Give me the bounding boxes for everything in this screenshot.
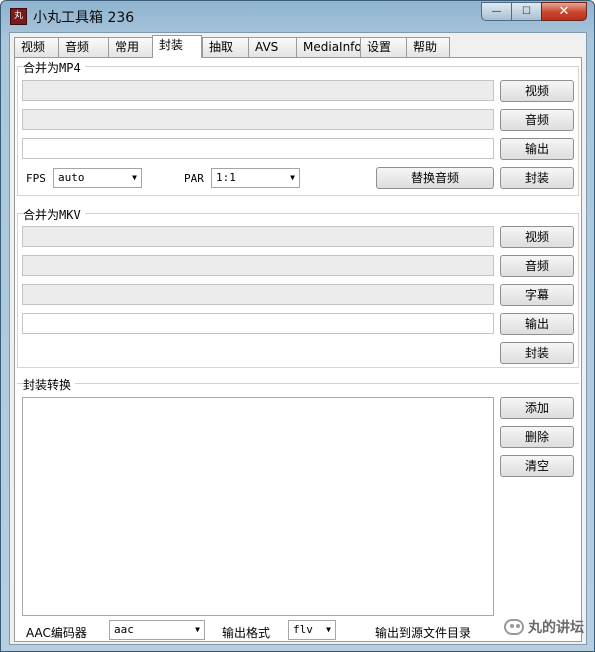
maximize-icon: ☐: [522, 6, 531, 17]
mkv-output-path-field[interactable]: [22, 313, 494, 334]
output-format-label: 输出格式: [222, 626, 271, 640]
mp4-audio-button[interactable]: 音频: [500, 109, 574, 131]
tab-settings[interactable]: 设置: [360, 37, 406, 57]
mp4-video-button[interactable]: 视频: [500, 80, 574, 102]
par-label: PAR: [184, 172, 204, 185]
output-format-select[interactable]: flv ▼: [288, 620, 336, 640]
mp4-output-button[interactable]: 输出: [500, 138, 574, 160]
mp4-video-path-field[interactable]: [22, 80, 494, 101]
fps-select[interactable]: auto ▼: [53, 168, 142, 188]
par-value: 1:1: [216, 171, 236, 184]
close-button[interactable]: ✕: [541, 2, 587, 21]
window-controls: — ☐ ✕: [481, 2, 587, 22]
aac-encoder-value: aac: [114, 623, 134, 636]
client-area: 视频 音频 常用 封装 抽取 AVS MediaInfo 设置 帮助 合并为MP…: [9, 32, 587, 645]
convert-file-list[interactable]: [22, 397, 494, 616]
mp4-output-path-field[interactable]: [22, 138, 494, 159]
window-frame: 丸 小丸工具箱 236 — ☐ ✕ 视频 音频 常用 封装 抽取 AVS Med…: [0, 0, 595, 652]
mkv-video-button[interactable]: 视频: [500, 226, 574, 248]
mp4-audio-path-field[interactable]: [22, 109, 494, 130]
mkv-mux-button[interactable]: 封装: [500, 342, 574, 364]
replace-audio-button[interactable]: 替换音频: [376, 167, 494, 189]
chevron-down-icon: ▼: [195, 625, 200, 634]
tab-common[interactable]: 常用: [108, 37, 152, 57]
watermark: 丸的讲坛: [504, 617, 584, 637]
mkv-audio-path-field[interactable]: [22, 255, 494, 276]
mkv-subtitle-button[interactable]: 字幕: [500, 284, 574, 306]
chevron-down-icon: ▼: [290, 173, 295, 182]
convert-group-label: 封装转换: [23, 376, 76, 393]
aac-encoder-label: AAC编码器: [26, 626, 87, 640]
convert-group-border: [17, 383, 579, 384]
wechat-icon: [504, 619, 524, 635]
tab-audio[interactable]: 音频: [58, 37, 108, 57]
app-icon: 丸: [10, 8, 27, 25]
mkv-subtitle-path-field[interactable]: [22, 284, 494, 305]
convert-add-button[interactable]: 添加: [500, 397, 574, 419]
aac-encoder-select[interactable]: aac ▼: [109, 620, 205, 640]
mkv-group-label: 合并为MKV: [23, 206, 85, 223]
tab-strip: 视频 音频 常用 封装 抽取 AVS MediaInfo 设置 帮助: [14, 35, 450, 58]
par-select[interactable]: 1:1 ▼: [211, 168, 300, 188]
minimize-icon: —: [491, 6, 502, 17]
tab-help[interactable]: 帮助: [406, 37, 450, 57]
mp4-mux-button[interactable]: 封装: [500, 167, 574, 189]
convert-delete-button[interactable]: 删除: [500, 426, 574, 448]
tab-mux[interactable]: 封装: [152, 35, 202, 58]
maximize-button[interactable]: ☐: [511, 2, 541, 21]
output-format-value: flv: [293, 623, 313, 636]
tab-avs[interactable]: AVS: [248, 37, 296, 57]
close-icon: ✕: [558, 4, 570, 19]
mp4-group-label: 合并为MP4: [23, 59, 85, 76]
watermark-text: 丸的讲坛: [528, 620, 584, 636]
tab-video[interactable]: 视频: [14, 37, 58, 57]
mux-tab-panel: 合并为MP4 视频 音频 输出 FPS auto ▼ PAR 1:1 ▼ 替换音…: [14, 57, 582, 642]
convert-clear-button[interactable]: 清空: [500, 455, 574, 477]
chevron-down-icon: ▼: [132, 173, 137, 182]
mkv-output-button[interactable]: 输出: [500, 313, 574, 335]
window-title: 小丸工具箱 236: [33, 10, 135, 26]
fps-label: FPS: [26, 172, 46, 185]
title-bar[interactable]: 丸 小丸工具箱 236 — ☐ ✕: [1, 1, 594, 31]
chevron-down-icon: ▼: [326, 625, 331, 634]
mkv-audio-button[interactable]: 音频: [500, 255, 574, 277]
mkv-video-path-field[interactable]: [22, 226, 494, 247]
tab-extract[interactable]: 抽取: [202, 37, 248, 57]
tab-mediainfo[interactable]: MediaInfo: [296, 37, 362, 57]
fps-value: auto: [58, 171, 85, 184]
minimize-button[interactable]: —: [481, 2, 511, 21]
output-to-source-dir-label: 输出到源文件目录: [375, 626, 472, 640]
